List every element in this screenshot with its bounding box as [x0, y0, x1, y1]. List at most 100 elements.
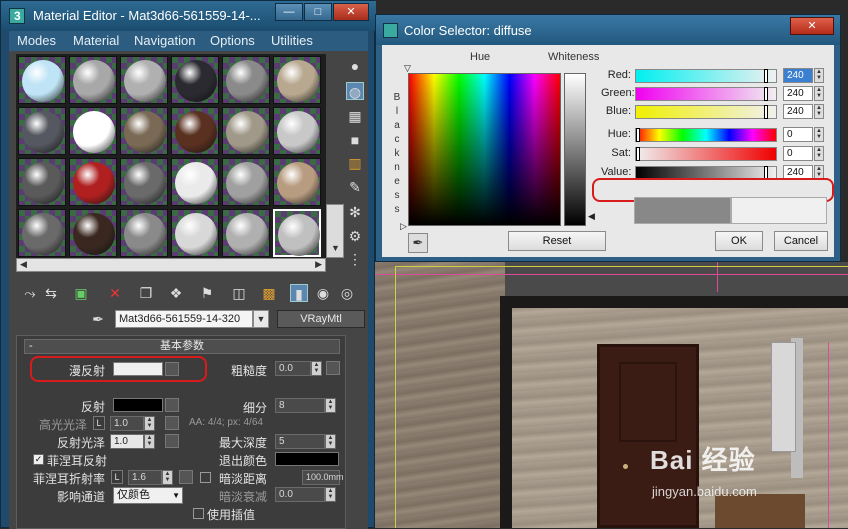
material-slot[interactable] [273, 56, 321, 104]
fresnel-ior-lock-button[interactable]: L [111, 470, 123, 484]
material-slot[interactable] [273, 209, 321, 257]
rollout-header[interactable]: - 基本参数 [24, 339, 340, 354]
dim-falloff-spinner[interactable]: ▲ ▼ [325, 487, 336, 502]
menu-material[interactable]: Material [73, 33, 119, 48]
slider-thumb[interactable] [764, 69, 768, 83]
material-slot[interactable] [69, 209, 117, 257]
affect-channels-dropdown[interactable]: 仅颜色 ▼ [113, 487, 183, 504]
close-button[interactable]: ✕ [790, 17, 834, 35]
pick-material-eyedropper-icon[interactable]: ✒ [89, 310, 107, 328]
slider-thumb[interactable] [764, 87, 768, 101]
cancel-button[interactable]: Cancel [774, 231, 828, 251]
material-slot[interactable] [120, 107, 168, 155]
put-to-scene-icon[interactable]: ⇆ [42, 284, 60, 302]
hilight-gloss-map-button[interactable] [165, 416, 179, 430]
sample-type-icon[interactable]: ● [346, 57, 364, 75]
dim-falloff-input[interactable]: 0.0 [275, 487, 325, 502]
dim-distance-checkbox[interactable] [200, 472, 211, 483]
minimize-button[interactable]: — [275, 3, 303, 21]
backlight-icon[interactable]: ◍ [346, 82, 364, 100]
slider-value-input[interactable]: 240 [783, 68, 813, 83]
slider-track[interactable] [635, 147, 777, 161]
background-icon[interactable]: ▦ [346, 107, 364, 125]
roughness-spinner[interactable]: ▲ ▼ [311, 361, 322, 376]
menu-navigation[interactable]: Navigation [134, 33, 195, 48]
menu-utilities[interactable]: Utilities [271, 33, 313, 48]
make-preview-icon[interactable]: ✎ [346, 178, 364, 196]
refl-gloss-map-button[interactable] [165, 434, 179, 448]
slider-spinner[interactable]: ▲ ▼ [814, 104, 824, 119]
material-slot[interactable] [69, 158, 117, 206]
select-by-material-icon[interactable]: ⚙ [346, 227, 364, 245]
maximize-button[interactable]: □ [304, 3, 332, 21]
scroll-left-arrow-icon[interactable]: ◀ [20, 259, 27, 270]
material-slot[interactable] [18, 56, 66, 104]
slots-vertical-scrollbar[interactable]: ▼ [326, 204, 344, 258]
material-slot[interactable] [120, 209, 168, 257]
material-id-icon[interactable]: ◫ [230, 284, 248, 302]
fresnel-checkbox[interactable]: ✓ [33, 454, 44, 465]
refl-gloss-input[interactable]: 1.0 [110, 434, 144, 449]
material-slot[interactable] [69, 56, 117, 104]
close-button[interactable]: ✕ [333, 3, 369, 21]
fresnel-ior-input[interactable]: 1.6 [128, 470, 162, 485]
reset-button[interactable]: Reset [508, 231, 606, 251]
exit-color-swatch[interactable] [275, 452, 339, 466]
slider-value-input[interactable]: 240 [783, 104, 813, 119]
menu-modes[interactable]: Modes [17, 33, 56, 48]
show-in-viewport-icon[interactable]: ▩ [260, 284, 278, 302]
refl-gloss-spinner[interactable]: ▲ ▼ [144, 434, 155, 449]
reset-map-icon[interactable]: ✕ [106, 284, 124, 302]
subdivs-input[interactable]: 8 [275, 398, 325, 413]
material-name-dropdown-arrow-icon[interactable]: ▼ [253, 310, 269, 328]
material-slot[interactable] [222, 158, 270, 206]
roughness-input[interactable]: 0.0 [275, 361, 311, 376]
slider-track[interactable] [635, 69, 777, 83]
whiteness-bar[interactable] [564, 73, 586, 226]
material-slot[interactable] [222, 209, 270, 257]
slider-thumb[interactable] [636, 128, 640, 142]
assign-to-selection-icon[interactable]: ▣ [72, 284, 90, 302]
subdivs-spinner[interactable]: ▲ ▼ [325, 398, 336, 413]
reflect-color-swatch[interactable] [113, 398, 163, 412]
material-slot[interactable] [273, 107, 321, 155]
material-slot[interactable] [69, 107, 117, 155]
material-slot[interactable] [18, 158, 66, 206]
go-to-parent-icon[interactable]: ◉ [314, 284, 332, 302]
dim-distance-input[interactable]: 100.0mm [302, 470, 344, 485]
show-end-result-icon[interactable]: ▮ [290, 284, 308, 302]
put-to-library-icon[interactable]: ⚑ [198, 284, 216, 302]
max-depth-input[interactable]: 5 [275, 434, 325, 449]
material-slot[interactable] [171, 158, 219, 206]
slider-thumb[interactable] [636, 147, 640, 161]
slider-spinner[interactable]: ▲ ▼ [814, 68, 824, 83]
slider-track[interactable] [635, 105, 777, 119]
video-check-icon[interactable]: ▥ [346, 154, 364, 172]
eyedropper-icon[interactable]: ✒ [408, 233, 428, 253]
whiteness-pointer-icon[interactable]: ◀ [588, 211, 595, 222]
hue-blackness-picker[interactable] [408, 73, 561, 226]
options-icon[interactable]: ✻ [346, 203, 364, 221]
material-slot[interactable] [273, 158, 321, 206]
slider-value-input[interactable]: 0 [783, 127, 813, 142]
reflect-map-button[interactable] [165, 398, 179, 412]
material-slot[interactable] [120, 158, 168, 206]
go-forward-icon[interactable]: ◎ [338, 284, 356, 302]
ok-button[interactable]: OK [715, 231, 763, 251]
material-type-button[interactable]: VRayMtl [277, 310, 365, 328]
menu-options[interactable]: Options [210, 33, 255, 48]
rollout-collapse-toggle[interactable]: - [29, 340, 33, 353]
max-depth-spinner[interactable]: ▲ ▼ [325, 434, 336, 449]
material-slot[interactable] [171, 107, 219, 155]
slider-spinner[interactable]: ▲ ▼ [814, 86, 824, 101]
make-unique-icon[interactable]: ❖ [167, 284, 185, 302]
title-bar[interactable]: Material Editor - Mat3d66-561559-14-... … [1, 1, 376, 31]
material-slot[interactable] [171, 56, 219, 104]
material-navigator-icon[interactable]: ⋮ [346, 250, 364, 268]
slots-horizontal-scrollbar[interactable]: ◀ ▶ [16, 258, 326, 272]
scroll-right-arrow-icon[interactable]: ▶ [315, 259, 322, 270]
color-selector-title-bar[interactable]: Color Selector: diffuse ✕ [376, 15, 840, 45]
get-material-icon[interactable]: ⤳ [21, 284, 39, 302]
fresnel-ior-spinner[interactable]: ▲ ▼ [162, 470, 173, 485]
use-interp-checkbox[interactable] [193, 508, 204, 519]
